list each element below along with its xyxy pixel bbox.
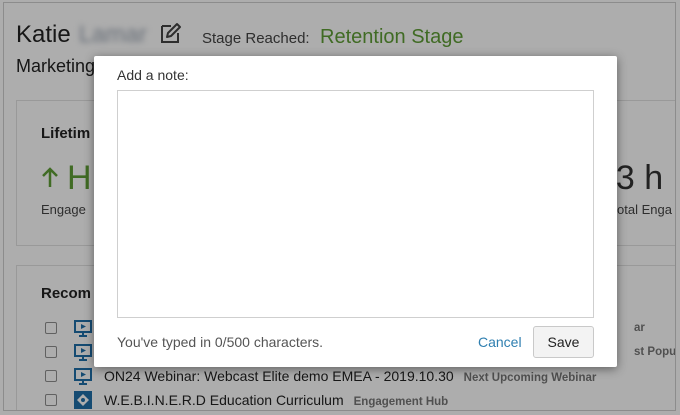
add-note-label: Add a note: [117, 67, 189, 83]
cancel-button[interactable]: Cancel [478, 334, 522, 350]
note-textarea[interactable] [117, 90, 594, 318]
save-button[interactable]: Save [533, 326, 594, 358]
add-note-dialog: Add a note: You've typed in 0/500 charac… [94, 56, 617, 367]
character-count: You've typed in 0/500 characters. [117, 334, 324, 350]
